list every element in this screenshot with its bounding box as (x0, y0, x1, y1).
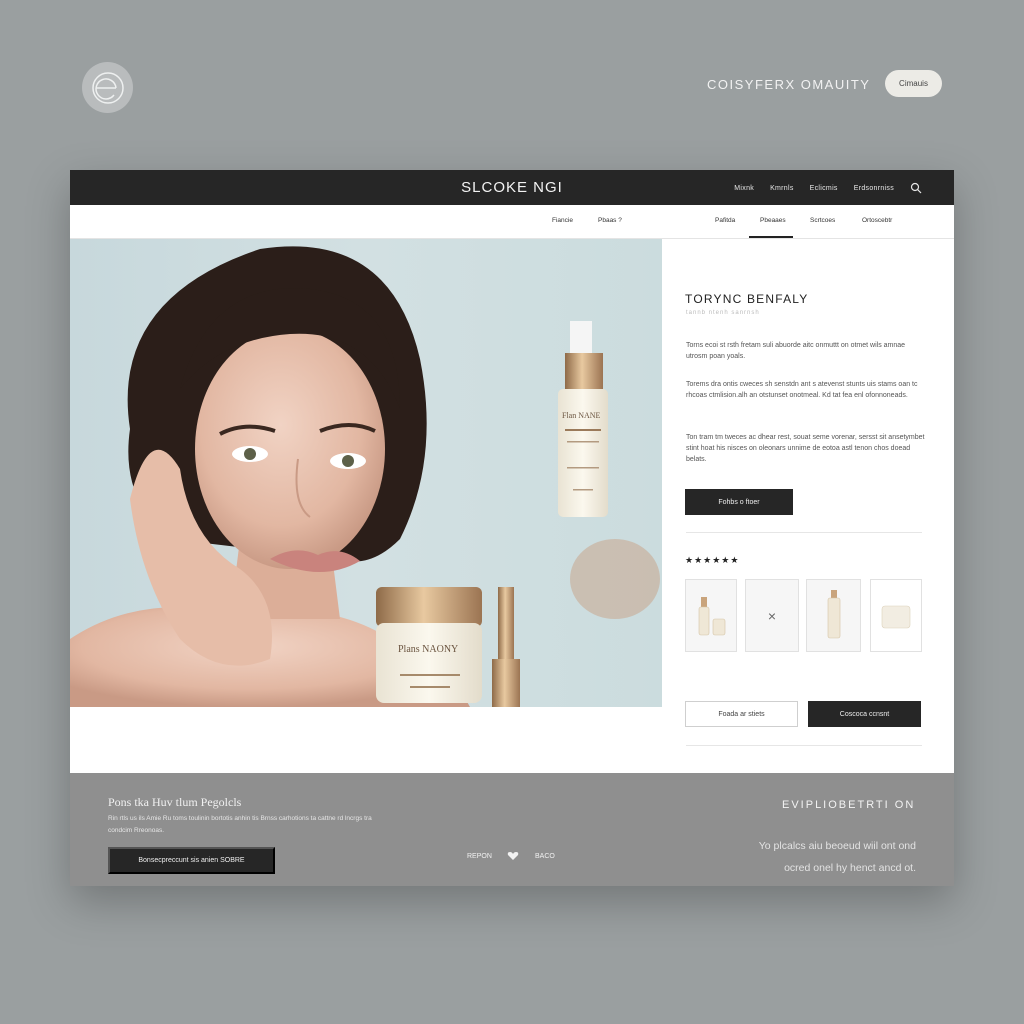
primary-button[interactable]: Fohbs o ftoer (685, 489, 793, 515)
sub-nav: Fiancie Pbaas ? Pafitda Pbeaaes Scrtcoes… (70, 205, 954, 239)
top-nav-item[interactable]: Erdsonrniss (854, 185, 894, 192)
footer-title: Pons tka Huv tlum Pegolcls (108, 795, 242, 809)
top-nav-item[interactable]: Kmrnls (770, 185, 794, 192)
hero-image: Flan NANE Plans NAONY (70, 239, 662, 707)
footer-heading: EVIPLIOBETRTI ON (782, 799, 916, 811)
product-description: Torns ecoi st rsth fretam suli abuorde a… (686, 342, 906, 360)
footer-link[interactable]: BACO (535, 853, 555, 860)
browser-window: SLCOKE NGI Mixnk Kmrnls Eclicmis Erdsonr… (70, 170, 954, 886)
footer-link[interactable]: REPON (467, 853, 492, 860)
close-icon[interactable]: × (768, 608, 776, 624)
product-description: Ton tram tm tweces ac dhear rest, souat … (686, 434, 925, 463)
pill-button[interactable]: Cimauis (885, 70, 942, 97)
divider (686, 745, 922, 746)
brand-name: COISYFERX OMAUITY (707, 77, 871, 92)
serum-label: Flan NANE (562, 411, 601, 420)
footer-tagline: Yo plcalcs aiu beoeud wiil ont ond ocred… (710, 835, 916, 879)
top-bar: SLCOKE NGI Mixnk Kmrnls Eclicmis Erdsonr… (70, 170, 954, 205)
subnav-item[interactable]: Scrtcoes (810, 217, 835, 224)
subnav-item[interactable]: Ortoscebtr (862, 217, 892, 224)
top-nav-item[interactable]: Eclicmis (810, 185, 838, 192)
footer-button[interactable]: Bonsecpreccunt sis anien SOBRE (108, 847, 275, 874)
product-thumbnail[interactable] (870, 579, 922, 652)
serum-thumb-icon (827, 589, 840, 638)
search-icon[interactable] (910, 182, 922, 194)
product-thumbnail[interactable] (685, 579, 737, 652)
top-nav: Mixnk Kmrnls Eclicmis Erdsonrniss (734, 182, 922, 194)
subnav-item-active[interactable]: Pbeaaes (760, 217, 786, 224)
lipstick (492, 587, 520, 707)
product-thumbnail[interactable]: × (745, 579, 799, 652)
product-thumbnail[interactable] (806, 579, 861, 652)
subnav-item[interactable]: Fiancie (552, 217, 573, 224)
jar-label: Plans NAONY (398, 644, 459, 655)
add-to-cart-button[interactable]: Coscoca ccnsnt (808, 701, 921, 727)
footer-text: Rin rtls us ils Amie Ru toms toulinin bo… (108, 815, 372, 834)
active-tab-indicator (749, 236, 793, 238)
product-title: TORYNC BENFALY (685, 292, 809, 306)
rating-stars: ★★★★★★ (685, 555, 740, 565)
footer-tagline-line: Yo plcalcs aiu beoeud wiil ont ond (758, 840, 916, 852)
divider (686, 532, 922, 533)
product-description: Torems dra ontis cweces sh senstdn ant s… (686, 381, 918, 399)
top-nav-item[interactable]: Mixnk (734, 185, 754, 192)
footer: Pons tka Huv tlum Pegolcls Rin rtls us i… (70, 773, 954, 886)
footer-tagline-line: ocred onel hy henct ancd ot. (784, 862, 916, 874)
hero-illustration (70, 246, 660, 707)
subnav-item[interactable]: Pbaas ? (598, 217, 622, 224)
cream-thumb-icon (881, 605, 911, 628)
heart-icon[interactable] (507, 851, 519, 861)
bottle-thumb-icon (698, 596, 726, 635)
product-subtitle: tannb ntenh sanrnsh (686, 310, 760, 316)
brand-logo-icon[interactable] (82, 62, 133, 113)
subnav-item[interactable]: Pafitda (715, 217, 735, 224)
secondary-button[interactable]: Foada ar stiets (685, 701, 798, 727)
